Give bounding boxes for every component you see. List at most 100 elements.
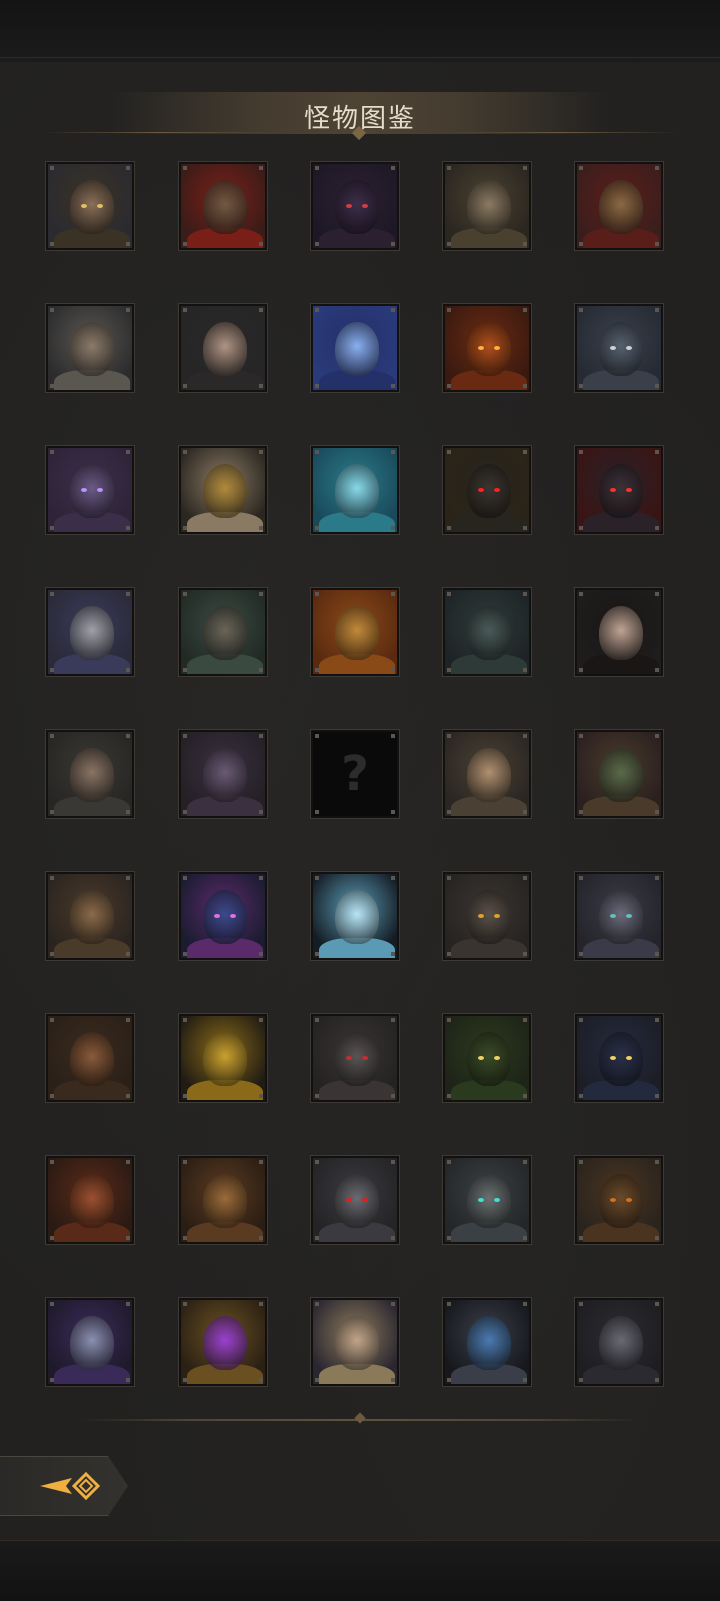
monster-portrait-cell[interactable] — [442, 445, 532, 535]
frame-corner-rivet — [183, 1302, 187, 1306]
monster-portrait-cell[interactable] — [45, 1155, 135, 1245]
frame-corner-rivet — [259, 166, 263, 170]
frame-corner-rivet — [523, 1094, 527, 1098]
frame-corner-rivet — [126, 1378, 130, 1382]
monster-portrait-cell[interactable]: ? — [310, 729, 400, 819]
monster-portrait-cell[interactable] — [574, 587, 664, 677]
frame-corner-rivet — [259, 734, 263, 738]
frame-corner-rivet — [391, 1302, 395, 1306]
monster-portrait-cell[interactable] — [178, 729, 268, 819]
frame-corner-rivet — [50, 952, 54, 956]
frame-corner-rivet — [315, 1236, 319, 1240]
monster-portrait-cell[interactable] — [45, 303, 135, 393]
frame-corner-rivet — [50, 1094, 54, 1098]
portrait-eyes — [346, 346, 368, 350]
monster-portrait-cell[interactable] — [310, 1013, 400, 1103]
monster-portrait-cell[interactable] — [310, 445, 400, 535]
monster-portrait-cell[interactable] — [442, 587, 532, 677]
frame-corner-rivet — [523, 450, 527, 454]
jester-mask-portrait — [48, 1300, 132, 1384]
frame-corner-rivet — [183, 1236, 187, 1240]
monster-portrait-cell[interactable] — [178, 1155, 268, 1245]
frame-corner-rivet — [259, 526, 263, 530]
monster-portrait-cell[interactable] — [178, 445, 268, 535]
monster-portrait-cell[interactable] — [310, 871, 400, 961]
monster-portrait-cell[interactable] — [442, 871, 532, 961]
portrait-eyes — [81, 346, 103, 350]
monster-portrait-cell[interactable] — [442, 1297, 532, 1387]
silver-masked-rogue-portrait — [48, 590, 132, 674]
frame-corner-rivet — [447, 1378, 451, 1382]
frame-corner-rivet — [126, 668, 130, 672]
monster-portrait-cell[interactable] — [574, 871, 664, 961]
portrait-eyes — [610, 1056, 632, 1060]
monster-portrait-cell[interactable] — [310, 1155, 400, 1245]
monster-portrait-cell[interactable] — [45, 587, 135, 677]
monster-portrait-cell[interactable] — [45, 1297, 135, 1387]
monster-portrait-cell[interactable] — [310, 303, 400, 393]
frame-corner-rivet — [315, 592, 319, 596]
monster-portrait-cell[interactable] — [574, 1155, 664, 1245]
frame-corner-rivet — [259, 1236, 263, 1240]
green-hooded-bandit-portrait — [181, 590, 265, 674]
monster-portrait-cell[interactable] — [178, 587, 268, 677]
frame-corner-rivet — [315, 734, 319, 738]
monster-portrait-cell[interactable] — [178, 1013, 268, 1103]
frame-corner-rivet — [655, 1094, 659, 1098]
red-eyed-bear-portrait — [445, 448, 529, 532]
monster-portrait-cell[interactable] — [178, 871, 268, 961]
monster-portrait-cell[interactable] — [442, 1155, 532, 1245]
brown-cyclops-ogre-portrait — [181, 1158, 265, 1242]
frame-corner-rivet — [183, 1160, 187, 1164]
monster-portrait-cell[interactable] — [45, 161, 135, 251]
frame-corner-rivet — [50, 242, 54, 246]
monster-portrait-cell[interactable] — [45, 871, 135, 961]
portrait-eyes — [81, 1198, 103, 1202]
portrait-eyes — [346, 488, 368, 492]
frame-corner-rivet — [579, 166, 583, 170]
back-button[interactable] — [0, 1456, 128, 1516]
monster-portrait-cell[interactable] — [45, 445, 135, 535]
monster-portrait-cell[interactable] — [310, 161, 400, 251]
portrait-eyes — [478, 1056, 500, 1060]
gold-crowned-knight-portrait — [577, 164, 661, 248]
frame-corner-rivet — [447, 876, 451, 880]
monster-portrait-cell[interactable] — [574, 161, 664, 251]
frame-corner-rivet — [447, 734, 451, 738]
monster-portrait-cell[interactable] — [178, 303, 268, 393]
portrait-eyes — [610, 1198, 632, 1202]
monster-portrait-cell[interactable] — [442, 729, 532, 819]
monster-portrait-cell[interactable] — [310, 587, 400, 677]
monster-portrait-cell[interactable] — [574, 729, 664, 819]
monster-portrait-cell[interactable] — [45, 729, 135, 819]
monster-portrait-cell[interactable] — [574, 303, 664, 393]
frame-corner-rivet — [447, 242, 451, 246]
monster-portrait-cell[interactable] — [178, 1297, 268, 1387]
portrait-eyes — [214, 772, 236, 776]
portrait-eyes — [610, 1340, 632, 1344]
frame-corner-rivet — [391, 308, 395, 312]
frame-corner-rivet — [523, 668, 527, 672]
monster-portrait-cell[interactable] — [442, 1013, 532, 1103]
portrait-eyes — [81, 772, 103, 776]
monster-portrait-cell[interactable] — [45, 1013, 135, 1103]
monster-portrait-cell[interactable] — [310, 1297, 400, 1387]
monster-portrait-cell[interactable] — [442, 161, 532, 251]
frame-corner-rivet — [447, 592, 451, 596]
horned-dwarf-portrait — [48, 874, 132, 958]
portrait-eyes — [81, 1340, 103, 1344]
monster-portrait-cell[interactable] — [574, 1013, 664, 1103]
frame-corner-rivet — [183, 876, 187, 880]
monster-portrait-cell[interactable] — [178, 161, 268, 251]
portrait-eyes — [81, 488, 103, 492]
frame-corner-rivet — [579, 876, 583, 880]
dark-haired-maiden-portrait — [181, 306, 265, 390]
frame-corner-rivet — [523, 1302, 527, 1306]
frame-corner-rivet — [183, 810, 187, 814]
bearded-wanderer-portrait — [48, 732, 132, 816]
monster-portrait-cell[interactable] — [442, 303, 532, 393]
monster-portrait-cell[interactable] — [574, 445, 664, 535]
monster-portrait-cell[interactable] — [574, 1297, 664, 1387]
portrait-eyes — [346, 204, 368, 208]
frame-corner-rivet — [579, 952, 583, 956]
